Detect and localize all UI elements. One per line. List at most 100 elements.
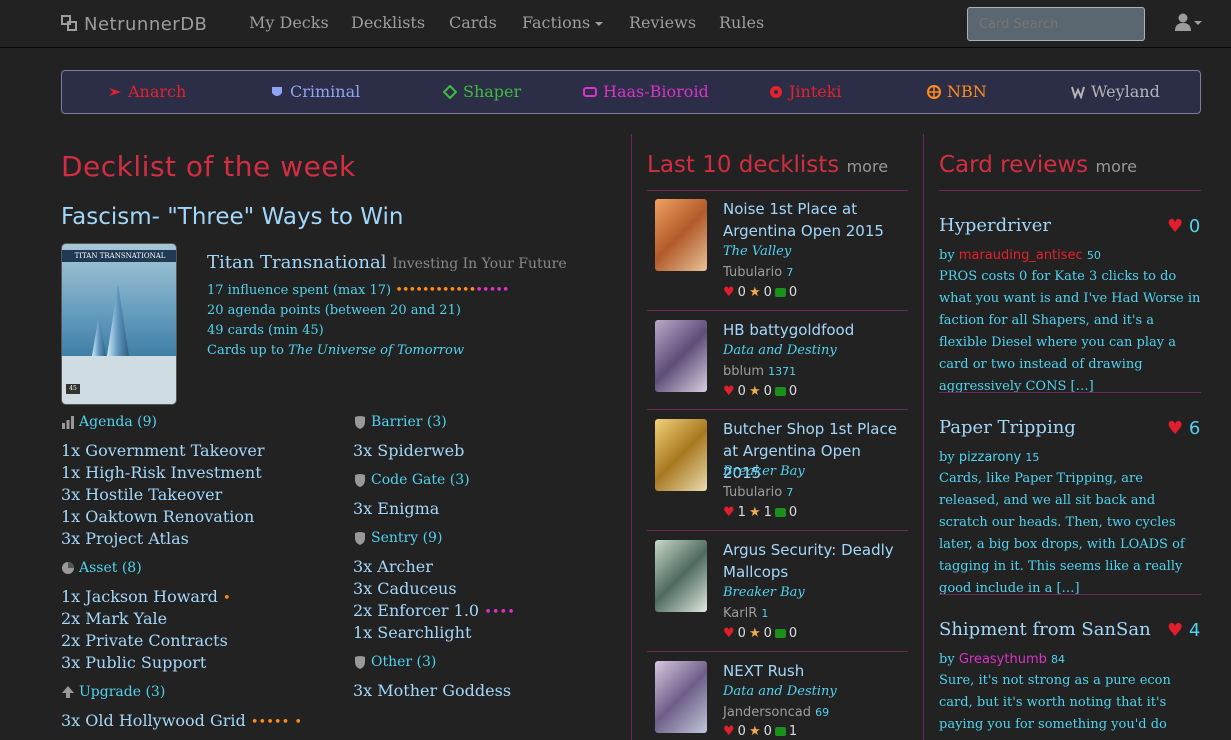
nav-rules[interactable]: Rules [719,13,764,32]
decklist-thumbnail[interactable] [655,540,707,612]
faction-label: NBN [947,82,987,101]
card-line[interactable]: 3x Caduceus [353,579,457,598]
faction-criminal[interactable]: Criminal [270,82,360,101]
decklist-name[interactable]: NEXT Rush [723,660,903,682]
navbar: NetrunnerDB My Decks Decklists Cards Fac… [0,0,1231,48]
decklist-identity: Breaker Bay [723,464,805,479]
author-name[interactable]: marauding_antisec [959,248,1083,263]
group-label: Other (3) [371,654,437,670]
card-line[interactable]: 2x Enforcer 1.0 [353,601,479,620]
group-barrier: Barrier (3) [353,414,447,430]
comments-count: 0 [788,285,798,300]
author-reputation: 7 [786,486,794,499]
review-likes[interactable]: ♥ 0 [1167,216,1200,237]
decklist-title-link[interactable]: Fascism- "Three" Ways to Win [61,204,403,230]
other-icon [355,656,365,669]
author-name[interactable]: pizzarony [959,450,1021,465]
faction-weyland[interactable]: Weyland [1071,82,1160,101]
comments-count: 0 [788,626,798,641]
review-card-title[interactable]: Hyperdriver [939,215,1051,236]
decklist-author[interactable]: Tubulario 7 [723,265,793,280]
faction-anarch[interactable]: Anarch [108,82,186,101]
card-line[interactable]: 3x Spiderweb [353,441,464,460]
group-label: Code Gate (3) [371,472,470,488]
nav-my-decks[interactable]: My Decks [249,13,329,32]
faction-jinteki[interactable]: Jinteki [769,82,842,101]
card-line[interactable]: 3x Mother Goddess [353,681,511,700]
identity-card-image[interactable]: TITAN TRANSNATIONAL 45 [61,243,177,405]
decklist-social: ♥ 0 ★ 0 1 [723,724,797,739]
decklist-thumbnail[interactable] [655,661,707,733]
brand-link[interactable]: NetrunnerDB [61,13,207,35]
card-line[interactable]: 3x Hostile Takeover [61,485,222,504]
group-label: Agenda (9) [79,414,157,430]
comments-count: 1 [788,724,798,739]
review-card-title[interactable]: Paper Tripping [939,417,1076,438]
decklist-author[interactable]: KarlR 1 [723,606,768,621]
heart-icon: ♥ [723,285,735,300]
divider [647,651,908,652]
card-line[interactable]: 2x Private Contracts [61,631,228,650]
identity-name[interactable]: Titan Transnational Investing In Your Fu… [207,252,567,273]
nav-decklists[interactable]: Decklists [351,13,425,32]
decklist-name[interactable]: HB battygoldfood [723,319,903,341]
faction-shaper[interactable]: Shaper [443,82,521,101]
decklist-identity: Data and Destiny [723,343,837,358]
faction-nbn[interactable]: NBN [927,82,987,101]
likes-count: 0 [737,285,746,300]
decklist-thumbnail[interactable] [655,419,707,491]
card-image-title: TITAN TRANSNATIONAL [62,250,176,262]
card-line[interactable]: 1x Jackson Howard [61,587,218,606]
comments-count: 0 [788,384,798,399]
card-line[interactable]: 1x Searchlight [353,623,471,642]
review-card-title[interactable]: Shipment from SanSan [939,619,1151,640]
user-icon [1175,13,1202,31]
decklist-social: ♥ 0 ★ 0 0 [723,626,797,641]
card-line[interactable]: 1x Oaktown Renovation [61,507,254,526]
likes-count: 4 [1188,620,1201,641]
author-name: Tubulario [723,485,783,500]
author-name: Jandersoncad [723,705,811,720]
decklist-name[interactable]: Noise 1st Place at Argentina Open 2015 [723,198,903,242]
card-search-input[interactable] [967,7,1145,41]
caret-down-icon [595,21,604,26]
nav-reviews[interactable]: Reviews [629,13,696,32]
author-reputation: 50 [1086,249,1101,262]
review-likes[interactable]: ♥ 4 [1167,620,1200,641]
comments-count: 0 [788,505,798,520]
author-name[interactable]: Greasythumb [959,652,1047,667]
card-line[interactable]: 1x High-Risk Investment [61,463,262,482]
author-reputation: 1 [761,607,769,620]
favorites-count: 1 [763,505,772,520]
card-line[interactable]: 3x Enigma [353,499,439,518]
nav-cards[interactable]: Cards [449,13,497,32]
decklist-author[interactable]: bblum 1371 [723,364,796,379]
user-menu-button[interactable] [1175,13,1203,33]
decklist-thumbnail[interactable] [655,320,707,392]
card-line[interactable]: 1x Government Takeover [61,441,265,460]
faction-haas-bioroid[interactable]: Haas-Bioroid [583,82,709,101]
faction-label: Haas-Bioroid [603,82,709,101]
group-label: Sentry (9) [371,530,443,546]
card-line[interactable]: 3x Archer [353,557,433,576]
card-line[interactable]: 2x Mark Yale [61,609,167,628]
haas-bioroid-icon [583,86,597,97]
decklist-author[interactable]: Jandersoncad 69 [723,705,829,720]
decklist-name[interactable]: Argus Security: Deadly Mallcops [723,539,903,583]
likes-count: 1 [737,505,746,520]
last-decklists-more-link[interactable]: more [847,157,888,176]
agenda-points-stat: 20 agenda points (between 20 and 21) [207,303,461,318]
review-text: Sure, it's not strong as a pure econ car… [939,673,1171,740]
card-line[interactable]: 3x Project Atlas [61,529,189,548]
decklist-thumbnail[interactable] [655,199,707,271]
nav-factions-dropdown[interactable]: Factions [522,13,604,32]
column-divider [923,134,924,740]
decklist-author[interactable]: Tubulario 7 [723,485,793,500]
likes-count: 0 [737,384,746,399]
card-line[interactable]: 3x Public Support [61,653,206,672]
card-line[interactable]: 3x Old Hollywood Grid [61,711,246,730]
likes-count: 0 [737,724,746,739]
heart-icon: ♥ [1167,418,1184,439]
review-likes[interactable]: ♥ 6 [1167,418,1200,439]
card-reviews-more-link[interactable]: more [1095,157,1136,176]
